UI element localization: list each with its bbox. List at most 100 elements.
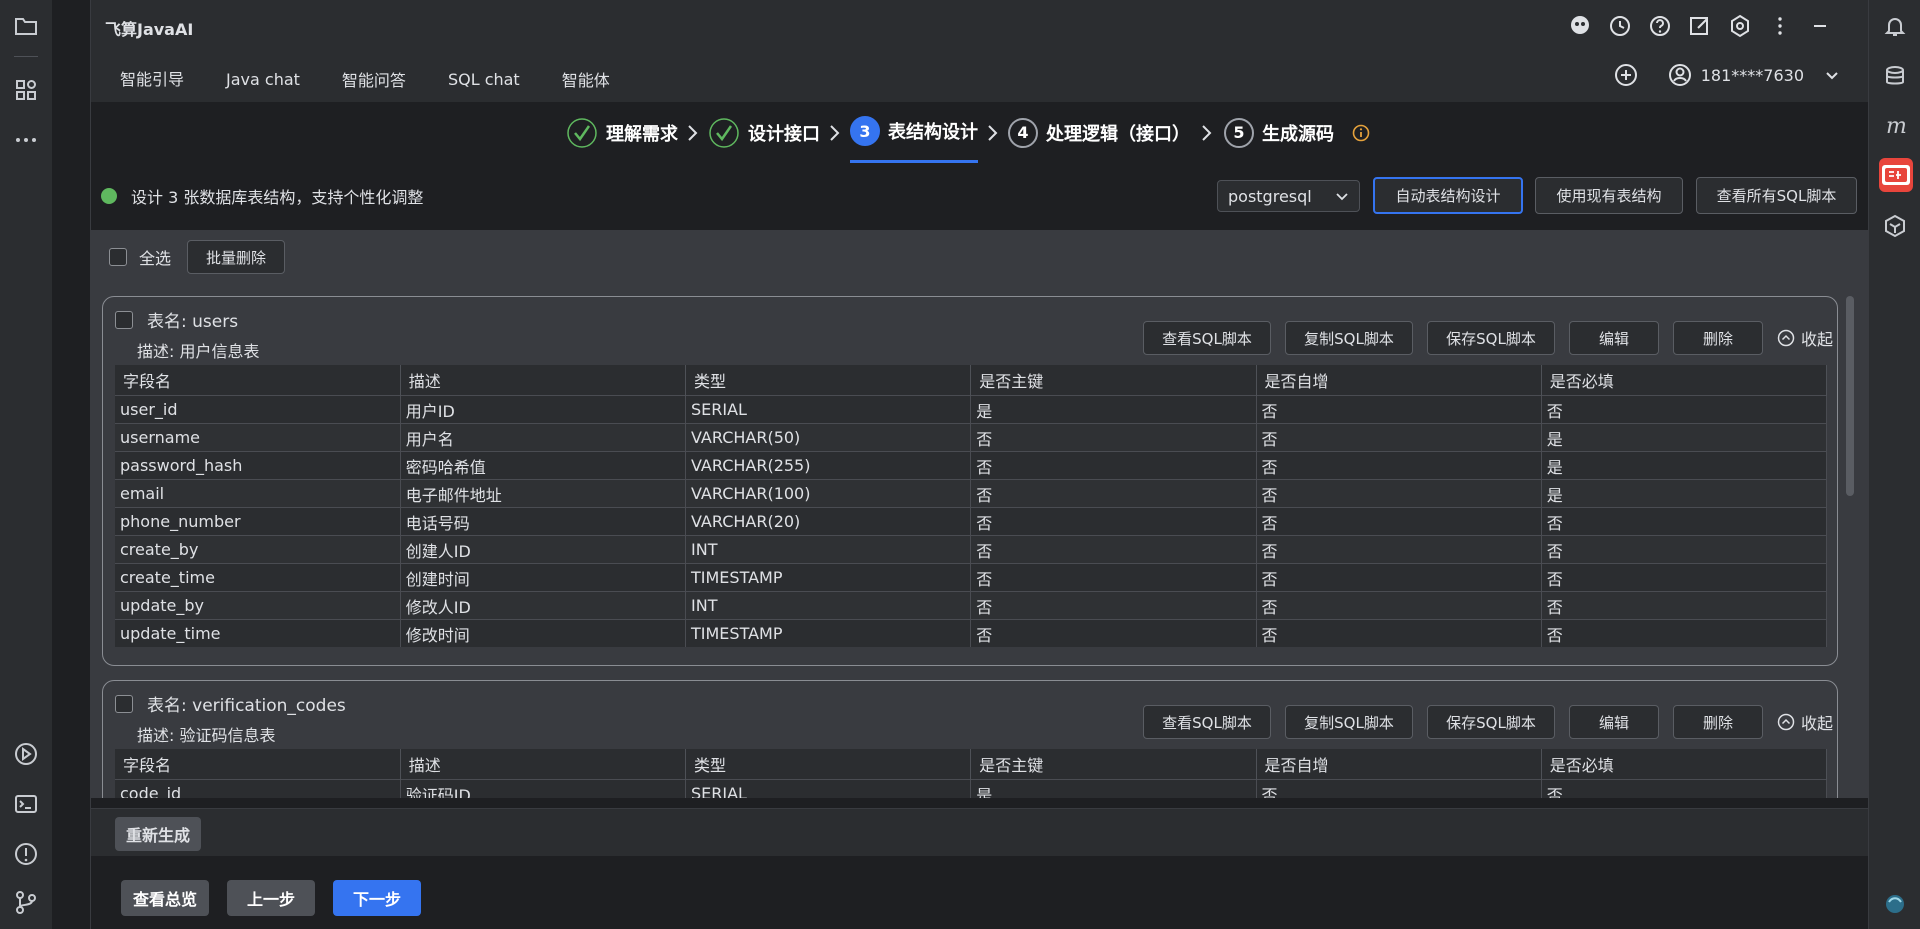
table-card-users: 表名: users 描述: 用户信息表 查看SQL脚本 复制SQL脚本 保存SQ… [102,296,1838,666]
collapse-button[interactable]: 收起 [1777,710,1833,734]
table-row[interactable]: email 电子邮件地址 VARCHAR(100) 否否是 [115,479,1828,508]
maven-icon[interactable]: m [1881,112,1909,140]
table-desc: 描述: 验证码信息表 [137,726,276,745]
collapse-button[interactable]: 收起 [1777,326,1833,350]
tab-agent[interactable]: 智能体 [547,59,625,103]
user-area: 181****7630 [1613,62,1840,88]
copy-sql-button[interactable]: 复制SQL脚本 [1284,321,1413,355]
chevron-right-icon [820,123,850,157]
folder-icon[interactable] [12,12,40,40]
table-row[interactable]: code_id 验证码ID SERIAL 是否否 [115,779,1828,798]
step-table-design[interactable]: 3 表结构设计 [850,116,978,163]
table-name: 表名: verification_codes [147,696,346,716]
table-cell: INT [685,591,972,620]
success-dot-icon [101,188,117,204]
table-cell: 否 [1256,619,1542,647]
step-design-api[interactable]: 设计接口 [708,117,820,163]
delete-button[interactable]: 删除 [1672,321,1763,355]
prev-step-button[interactable]: 上一步 [227,880,315,916]
table-row[interactable]: update_by 修改人ID INT 否否否 [115,591,1828,620]
feisuan-plugin-icon[interactable] [1879,158,1913,192]
select-all-checkbox[interactable] [109,248,127,266]
settings-icon[interactable] [1726,12,1754,40]
delete-button[interactable]: 删除 [1672,705,1763,739]
table-row[interactable]: phone_number 电话号码 VARCHAR(20) 否否否 [115,507,1828,536]
check-circle-icon [566,117,598,149]
table-cell: 电话号码 [400,507,687,536]
card-header: 表名: users 描述: 用户信息表 [115,307,259,362]
table-header-row: 字段名 描述 类型 是否主键 是否自增 是否必填 [115,365,1828,396]
table-cell: 否 [1541,563,1828,592]
table-cell: 否 [1256,535,1542,564]
view-all-sql-button[interactable]: 查看所有SQL脚本 [1696,177,1857,214]
minimize-icon[interactable] [1806,12,1834,40]
table-row[interactable]: create_time 创建时间 TIMESTAMP 否否否 [115,563,1828,592]
use-existing-button[interactable]: 使用现有表结构 [1535,177,1683,214]
profile-badge-icon[interactable] [1881,888,1909,916]
table-cell: code_id [115,779,401,798]
table-cell: 否 [1256,507,1542,536]
edit-button[interactable]: 编辑 [1568,321,1659,355]
problems-icon[interactable] [12,840,40,868]
run-icon[interactable] [12,740,40,768]
header-toolbar [1566,12,1834,40]
save-sql-button[interactable]: 保存SQL脚本 [1426,321,1555,355]
add-icon[interactable] [1613,62,1639,88]
table-checkbox[interactable] [115,694,133,713]
terminal-icon[interactable] [12,790,40,818]
batch-delete-button[interactable]: 批量删除 [187,240,286,274]
kebab-menu-icon[interactable] [1766,12,1794,40]
regenerate-button[interactable]: 重新生成 [115,817,201,851]
table-cell: 验证码ID [400,779,687,798]
copy-sql-button[interactable]: 复制SQL脚本 [1284,705,1413,739]
table-row[interactable]: password_hash 密码哈希值 VARCHAR(255) 否否是 [115,451,1828,480]
info-line: 设计 3 张数据库表结构，支持个性化调整 [101,184,423,208]
table-cell: INT [685,535,972,564]
save-sql-button[interactable]: 保存SQL脚本 [1426,705,1555,739]
notifications-icon[interactable] [1881,12,1909,40]
help-icon[interactable] [1646,12,1674,40]
next-step-button[interactable]: 下一步 [333,880,421,916]
ai-brain-icon[interactable] [1566,12,1594,40]
step-generate[interactable]: 5 生成源码 [1224,117,1334,162]
column-header: 描述 [400,365,687,396]
view-sql-button[interactable]: 查看SQL脚本 [1142,705,1271,739]
table-desc: 描述: 用户信息表 [137,342,260,361]
table-row[interactable]: create_by 创建人ID INT 否否否 [115,535,1828,564]
step-logic[interactable]: 4 处理逻辑（接口） [1008,117,1190,162]
table-cell: 否 [970,479,1257,508]
user-menu[interactable]: 181****7630 [1667,62,1840,88]
tab-java-chat[interactable]: Java chat [211,62,315,101]
view-sql-button[interactable]: 查看SQL脚本 [1142,321,1271,355]
stepper-bar: 理解需求 设计接口 3 表结构设计 4 处理逻辑（接口） 5 生成源码 设计 3… [91,102,1868,230]
tab-sql-chat[interactable]: SQL chat [433,62,535,101]
edit-button[interactable]: 编辑 [1568,705,1659,739]
structure-icon[interactable] [12,76,40,104]
step-progress: 理解需求 设计接口 3 表结构设计 4 处理逻辑（接口） 5 生成源码 [566,116,1370,163]
column-header: 是否主键 [970,749,1257,780]
database-select[interactable]: postgresql [1217,180,1360,212]
vertical-scrollbar[interactable] [1846,296,1854,496]
column-header: 字段名 [115,749,401,780]
ai-assistant-icon[interactable] [1881,212,1909,240]
table-row[interactable]: update_time 修改时间 TIMESTAMP 否否否 [115,619,1828,647]
table-cell: phone_number [115,507,401,536]
history-icon[interactable] [1606,12,1634,40]
table-cell: 修改时间 [400,619,687,647]
tab-smart-guide[interactable]: 智能引导 [105,58,200,104]
table-row[interactable]: user_id 用户ID SERIAL 是否否 [115,395,1828,424]
table-cell: VARCHAR(50) [685,423,972,452]
database-icon[interactable] [1881,62,1909,90]
auto-design-button[interactable]: 自动表结构设计 [1373,177,1523,214]
tab-smart-qa[interactable]: 智能问答 [327,59,421,103]
regenerate-bar: 重新生成 [91,808,1868,856]
git-branch-icon[interactable] [12,888,40,916]
more-icon[interactable] [12,126,40,154]
overview-button[interactable]: 查看总览 [121,880,209,916]
step-understand[interactable]: 理解需求 [566,117,678,163]
table-cell: VARCHAR(20) [685,507,972,536]
info-icon[interactable] [1352,124,1370,156]
edit-icon[interactable] [1686,12,1714,40]
table-checkbox[interactable] [115,310,133,329]
table-row[interactable]: username 用户名 VARCHAR(50) 否否是 [115,423,1828,452]
